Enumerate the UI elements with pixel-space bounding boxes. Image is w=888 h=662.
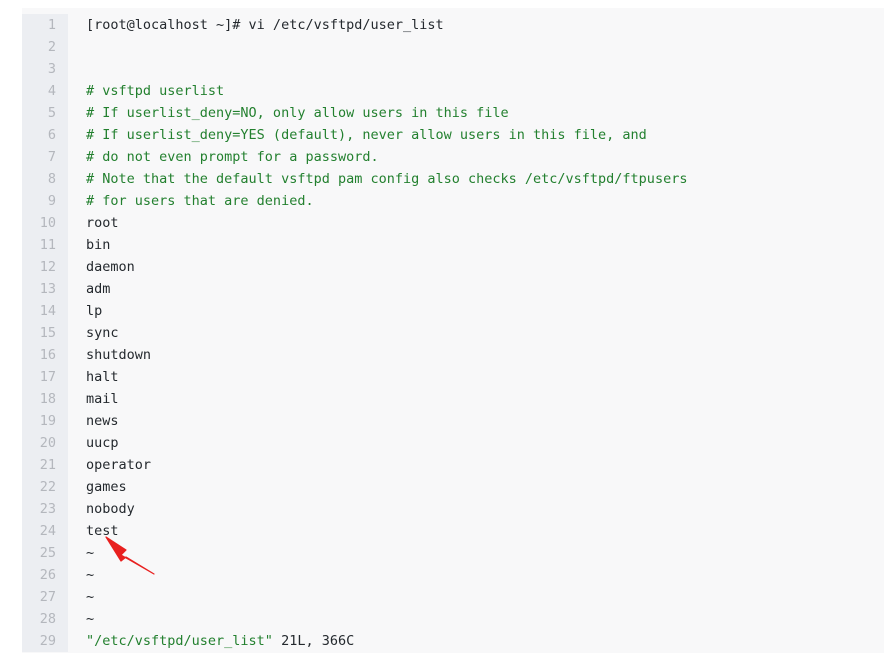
status-file-name: "/etc/vsftpd/user_list" [86, 633, 273, 649]
line-number: 18 [22, 388, 68, 410]
code-line: 6 # If userlist_deny=YES (default), never… [22, 124, 884, 146]
line-number: 13 [22, 278, 68, 300]
line-number: 26 [22, 564, 68, 586]
code-line-text: shutdown [86, 347, 152, 363]
line-number: 24 [22, 520, 68, 542]
line-number: 20 [22, 432, 68, 454]
line-number: 15 [22, 322, 68, 344]
vi-status-line: "/etc/vsftpd/user_list" 21L, 366C [68, 630, 884, 652]
code-line-text: lp [86, 303, 103, 319]
code-line-text: uucp [86, 435, 119, 451]
line-number: 29 [22, 630, 68, 652]
line-number: 4 [22, 80, 68, 102]
code-line-text: # vsftpd userlist [86, 83, 225, 99]
code-line-list: 1 [root@localhost ~]# vi /etc/vsftpd/user… [22, 8, 884, 652]
code-line: 7 # do not even prompt for a password. [22, 146, 884, 168]
code-line: 25 ~ [22, 542, 884, 564]
line-number: 7 [22, 146, 68, 168]
code-line: 29 "/etc/vsftpd/user_list" 21L, 366C [22, 630, 884, 652]
code-line: 21 operator [22, 454, 884, 476]
code-line: 19 news [22, 410, 884, 432]
code-line: 16 shutdown [22, 344, 884, 366]
code-line: 2 [22, 36, 884, 58]
line-number: 28 [22, 608, 68, 630]
code-line-text: nobody [86, 501, 135, 517]
code-line: 27 ~ [22, 586, 884, 608]
line-number: 10 [22, 212, 68, 234]
line-number: 1 [22, 14, 68, 36]
line-number: 8 [22, 168, 68, 190]
line-number: 12 [22, 256, 68, 278]
line-number: 3 [22, 58, 68, 80]
code-line-text: ~ [86, 611, 95, 627]
code-line-text: [root@localhost ~]# vi /etc/vsftpd/user_… [86, 17, 444, 33]
code-line: 1 [root@localhost ~]# vi /etc/vsftpd/user… [22, 14, 884, 36]
line-number: 25 [22, 542, 68, 564]
code-line: 9 # for users that are denied. [22, 190, 884, 212]
code-line-text: news [86, 413, 119, 429]
code-line-text: # If userlist_deny=NO, only allow users … [86, 105, 509, 121]
line-number: 21 [22, 454, 68, 476]
line-number: 23 [22, 498, 68, 520]
status-counts: 21L, 366C [272, 633, 355, 649]
code-line-text: ~ [86, 589, 95, 605]
line-number: 22 [22, 476, 68, 498]
code-line-text: ~ [86, 567, 95, 583]
line-number: 2 [22, 36, 68, 58]
code-line: 22 games [22, 476, 884, 498]
code-line-text: mail [86, 391, 119, 407]
line-number: 6 [22, 124, 68, 146]
line-number: 9 [22, 190, 68, 212]
code-line-text: # If userlist_deny=YES (default), never … [86, 127, 647, 143]
code-line-text: games [86, 479, 127, 495]
screenshot-root: 1 [root@localhost ~]# vi /etc/vsftpd/user… [0, 0, 888, 662]
code-line-text: # Note that the default vsftpd pam confi… [86, 171, 688, 187]
code-line: 11 bin [22, 234, 884, 256]
code-line-text: bin [86, 237, 111, 253]
code-line: 23 nobody [22, 498, 884, 520]
code-line: 24 test [22, 520, 884, 542]
code-line-text: ~ [86, 545, 95, 561]
code-line-text: sync [86, 325, 119, 341]
line-number: 16 [22, 344, 68, 366]
code-line: 15 sync [22, 322, 884, 344]
code-line-text: root [86, 215, 119, 231]
code-line-text: operator [86, 457, 152, 473]
code-line-text: # for users that are denied. [86, 193, 314, 209]
code-line-text: test [86, 523, 119, 539]
vi-editor-code-block[interactable]: 1 [root@localhost ~]# vi /etc/vsftpd/user… [22, 8, 884, 653]
line-number: 14 [22, 300, 68, 322]
code-line: 18 mail [22, 388, 884, 410]
code-line-text: daemon [86, 259, 135, 275]
code-line: 8 # Note that the default vsftpd pam conf… [22, 168, 884, 190]
line-number: 5 [22, 102, 68, 124]
line-number: 17 [22, 366, 68, 388]
code-line: 20 uucp [22, 432, 884, 454]
code-line-text: # do not even prompt for a password. [86, 149, 379, 165]
code-line: 17 halt [22, 366, 884, 388]
code-line-text: adm [86, 281, 111, 297]
line-number: 27 [22, 586, 68, 608]
code-line: 13 adm [22, 278, 884, 300]
code-line: 5 # If userlist_deny=NO, only allow users… [22, 102, 884, 124]
code-line: 3 [22, 58, 884, 80]
code-line: 10 root [22, 212, 884, 234]
line-number: 11 [22, 234, 68, 256]
code-line: 12 daemon [22, 256, 884, 278]
code-line: 26 ~ [22, 564, 884, 586]
code-line: 28 ~ [22, 608, 884, 630]
code-line: 14 lp [22, 300, 884, 322]
line-number: 19 [22, 410, 68, 432]
code-line: 4 # vsftpd userlist [22, 80, 884, 102]
code-line-text: halt [86, 369, 119, 385]
